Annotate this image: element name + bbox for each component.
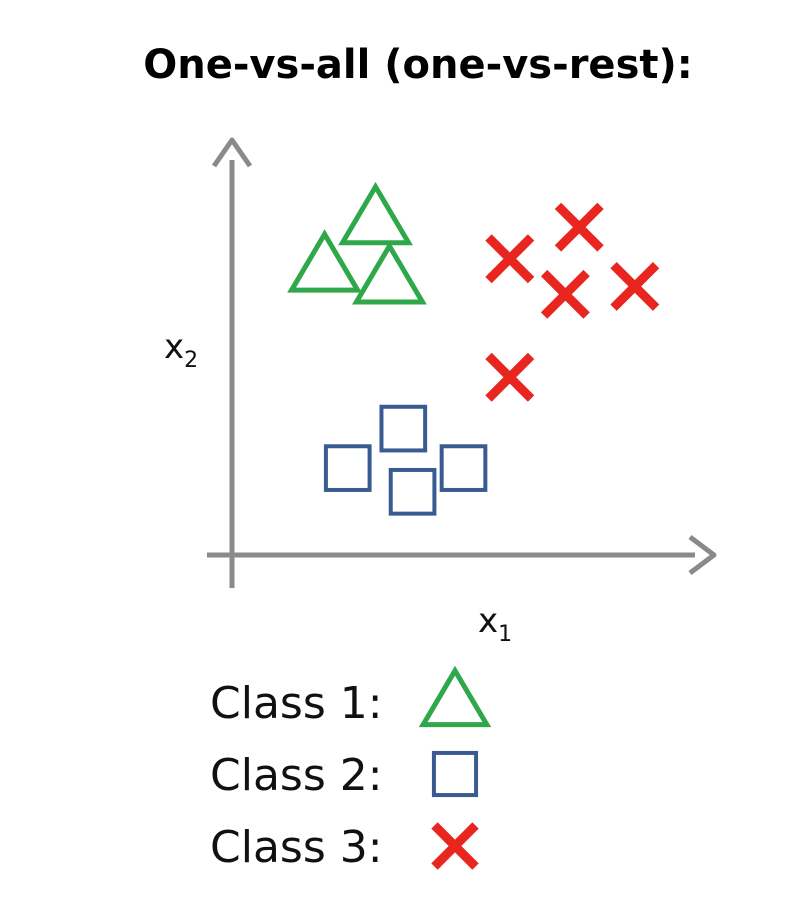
class-3-point-2 xyxy=(485,234,535,284)
class-3-point-3 xyxy=(540,269,590,319)
class-3-point-4 xyxy=(610,261,660,311)
class-2-point-4 xyxy=(439,444,488,492)
class-2-point-1 xyxy=(379,404,428,453)
legend-marker-class-3 xyxy=(431,822,479,870)
legend: Class 1: Class 2: Class 3: xyxy=(210,665,492,873)
y-axis-label: x2 xyxy=(164,327,198,373)
class-3-point-5 xyxy=(485,352,535,402)
class-2-point-2 xyxy=(323,444,372,492)
chart-title: One-vs-all (one-vs-rest): xyxy=(143,42,693,88)
legend-label-class-2: Class 2: xyxy=(210,750,383,801)
legend-marker-class-1 xyxy=(418,665,492,728)
class-1-point-3 xyxy=(352,241,427,305)
x-axis-label-sub: 1 xyxy=(498,622,512,647)
y-axis-label-base: x xyxy=(164,327,184,367)
class-2-point-3 xyxy=(388,467,437,516)
legend-marker-class-2 xyxy=(431,750,479,798)
legend-label-class-3: Class 3: xyxy=(210,822,383,873)
y-axis-label-sub: 2 xyxy=(184,348,198,373)
class-3-point-1 xyxy=(554,202,604,252)
legend-label-class-1: Class 1: xyxy=(210,678,383,729)
x-axis-label-base: x xyxy=(478,601,498,641)
one-vs-all-chart: One-vs-all (one-vs-rest): x2 x1 Class 1:… xyxy=(143,42,717,873)
class-1-point-1 xyxy=(338,181,413,246)
x-axis-label: x1 xyxy=(478,601,512,647)
axes xyxy=(207,137,717,588)
data-points xyxy=(287,181,660,516)
